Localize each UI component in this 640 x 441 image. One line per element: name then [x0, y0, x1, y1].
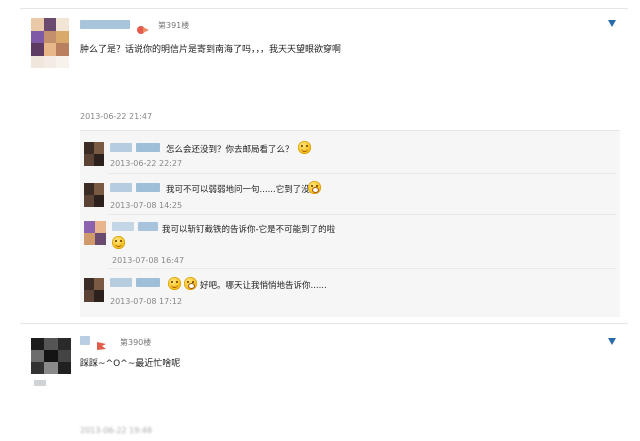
- reply-text: 怎么会还没到？你去邮局看了么？: [166, 145, 294, 155]
- post-time: 2013-06-22 21:47: [80, 112, 153, 121]
- reply-text: 我可不可以弱弱地问一句......它到了没: [166, 185, 310, 195]
- post-content: 肿么了是？话说你的明信片是寄到南海了吗，，，我天天望眼欲穿啊: [80, 45, 342, 55]
- top-divider: [20, 8, 628, 9]
- reply-username-blurred[interactable]: [112, 222, 134, 231]
- smiley-emoji-icon: [184, 277, 197, 290]
- post-content: 踩踩~^O^~最近忙啥呢: [80, 359, 181, 369]
- post-time: 2013-06-22 19:48: [80, 426, 153, 435]
- dropdown-arrow-icon[interactable]: [608, 20, 616, 27]
- reply-target-blurred: [138, 222, 158, 231]
- reply-time: 2013-06-22 22:27: [110, 159, 183, 168]
- reply-text: 好吧。哪天让我悄悄地告诉你......: [200, 281, 327, 291]
- reply-username-blurred[interactable]: [110, 183, 132, 192]
- reply-avatar[interactable]: [84, 278, 104, 302]
- reply-divider: [108, 214, 616, 215]
- avatar[interactable]: [31, 338, 71, 374]
- avatar-caption-blurred: [34, 380, 46, 386]
- username-blurred[interactable]: [80, 336, 90, 345]
- smiley-emoji-icon: [112, 236, 125, 249]
- reply-divider: [108, 173, 616, 174]
- smiley-emoji-icon: [308, 181, 321, 194]
- reply-target-blurred: [136, 278, 160, 287]
- reply-text: 我可以斩钉截铁的告诉你-它是不可能到了的啦: [162, 225, 336, 235]
- reply-target-blurred: [136, 183, 160, 192]
- reply-avatar[interactable]: [84, 142, 104, 166]
- floor-badge-icon: [96, 336, 107, 350]
- floor-number: 第391楼: [158, 21, 190, 30]
- reply-avatar[interactable]: [84, 183, 104, 207]
- username-blurred[interactable]: [80, 20, 130, 29]
- reply-username-blurred[interactable]: [110, 278, 132, 287]
- reply-avatar[interactable]: [84, 221, 106, 245]
- smiley-emoji-icon: [298, 141, 311, 154]
- reply-time: 2013-07-08 14:25: [110, 201, 183, 210]
- reply-target-blurred: [136, 143, 160, 152]
- reply-username-blurred[interactable]: [110, 143, 132, 152]
- post-divider: [20, 323, 628, 324]
- avatar[interactable]: [31, 18, 69, 68]
- reply-time: 2013-07-08 16:47: [112, 256, 185, 265]
- floor-number: 第390楼: [120, 338, 152, 347]
- reply-divider: [108, 268, 616, 269]
- dropdown-arrow-icon[interactable]: [608, 338, 616, 345]
- smiley-emoji-icon: [168, 277, 181, 290]
- floor-badge-icon: [136, 20, 149, 34]
- reply-time: 2013-07-08 17:12: [110, 297, 183, 306]
